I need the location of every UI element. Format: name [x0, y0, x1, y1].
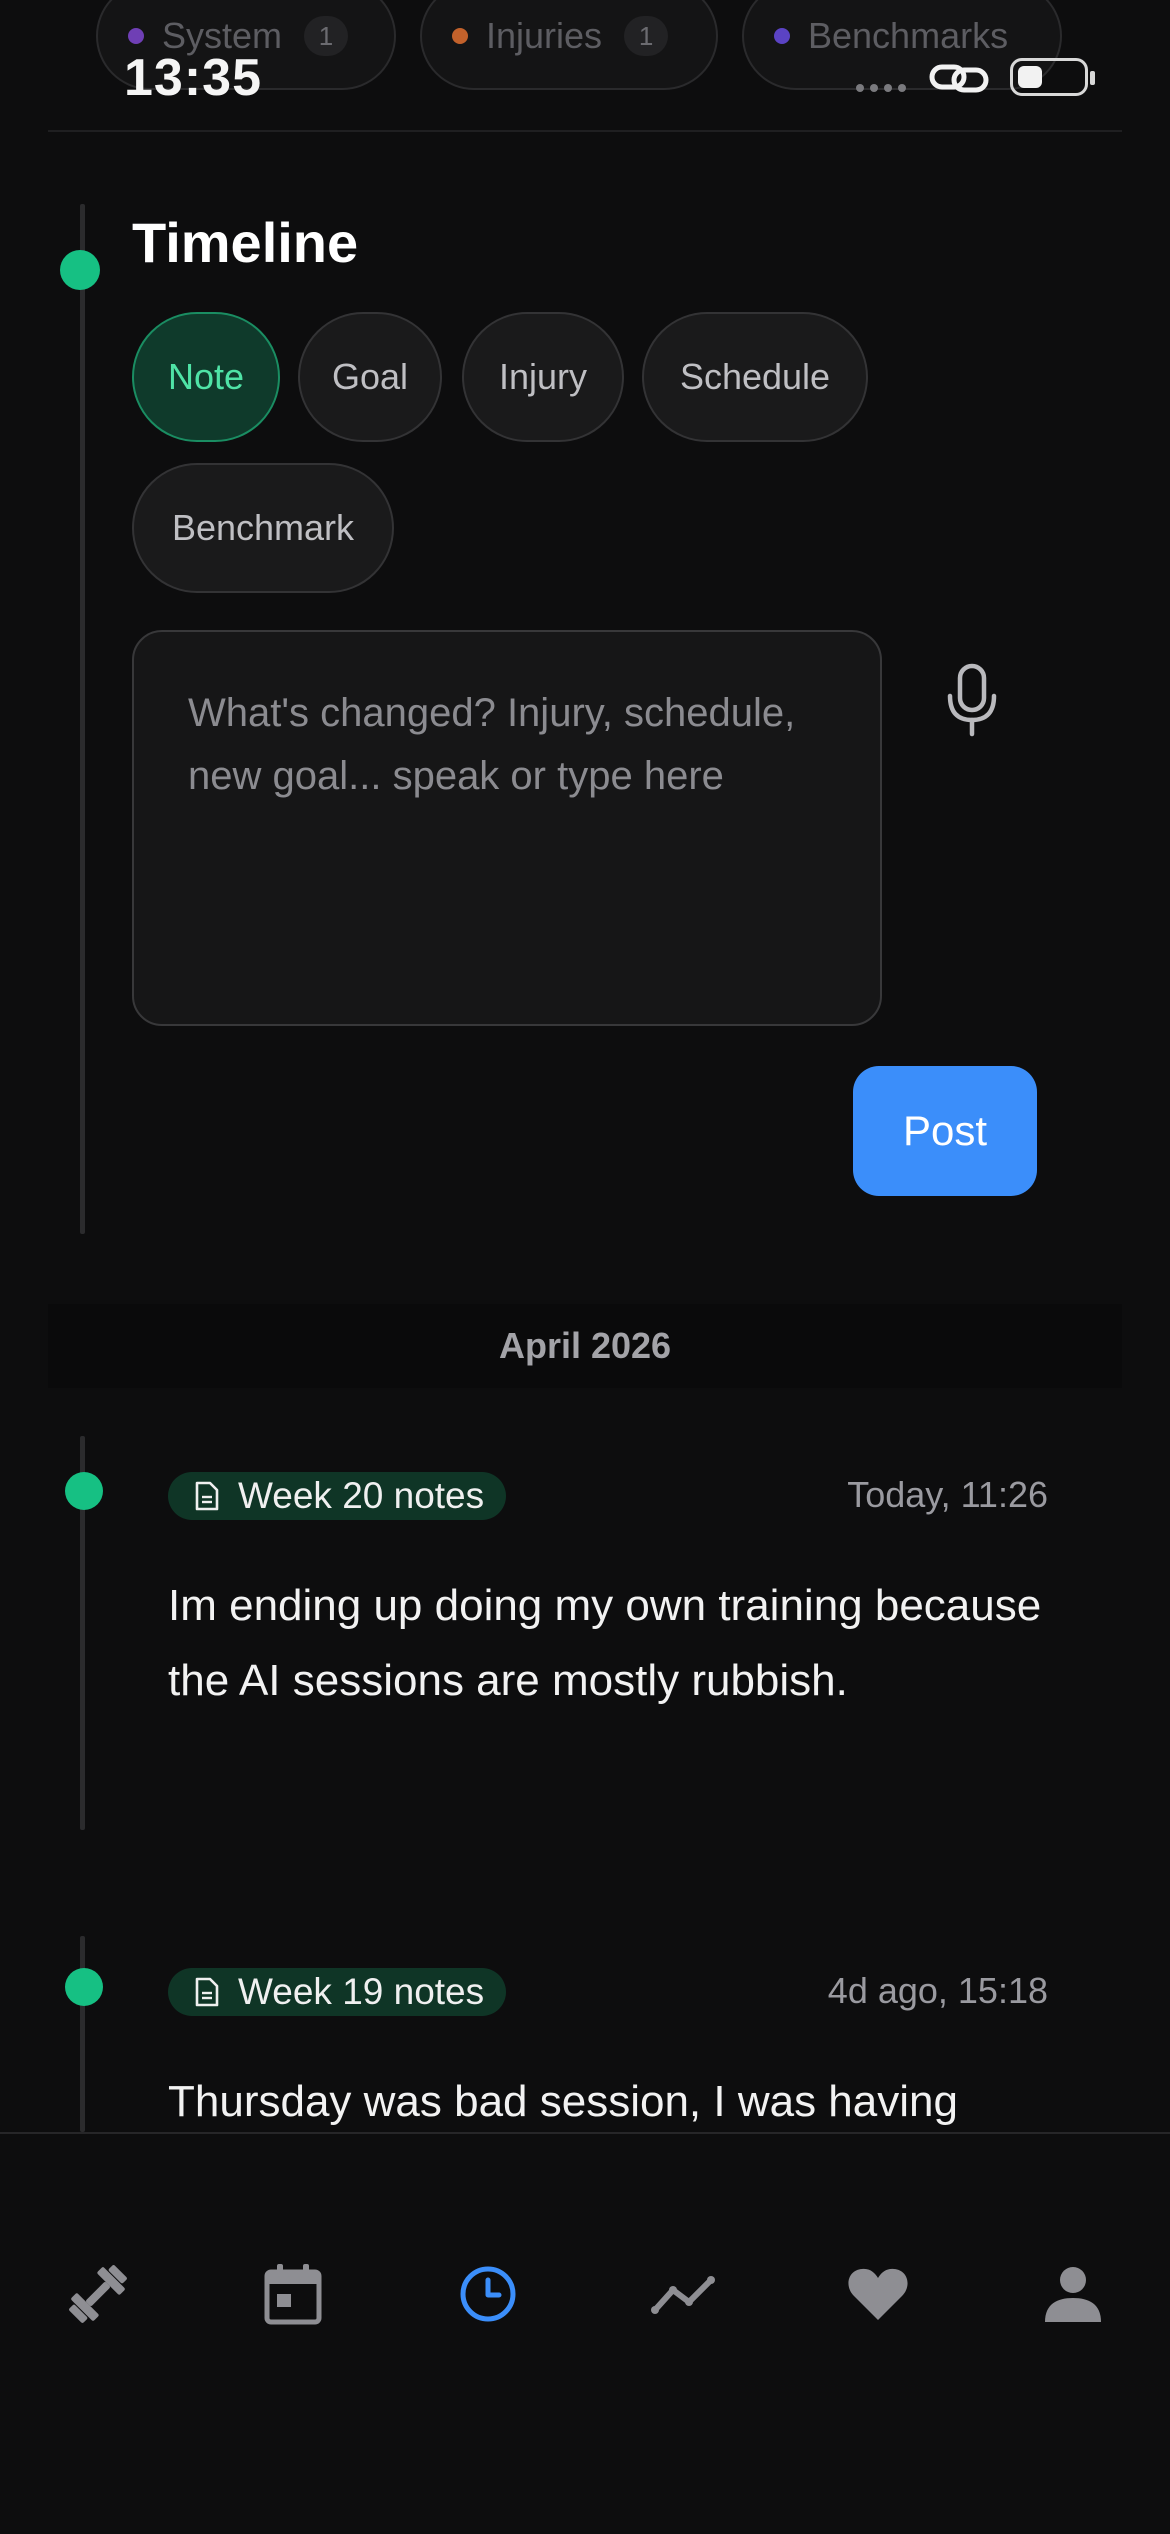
calendar-icon — [264, 2264, 322, 2325]
timeline-title: Timeline — [132, 211, 359, 274]
timeline-dot — [60, 250, 100, 290]
entry-timestamp: Today, 11:26 — [847, 1474, 1048, 1515]
microphone-icon[interactable] — [940, 660, 1004, 740]
top-bar: System 1 Injuries 1 Benchmarks 13:35 — [0, 0, 1170, 132]
filter-dot — [128, 28, 144, 44]
type-chip-goal[interactable]: Goal — [298, 312, 442, 442]
link-icon — [929, 64, 989, 93]
nav-calendar[interactable] — [251, 2252, 335, 2336]
timeline-line — [80, 1936, 85, 2132]
filter-dot — [774, 28, 790, 44]
entry-text: Im ending up doing my own training becau… — [168, 1581, 1042, 1705]
type-chip-injury[interactable]: Injury — [462, 312, 624, 442]
timeline-line — [80, 204, 85, 1234]
battery-icon — [1010, 58, 1095, 96]
top-divider — [48, 130, 1122, 132]
timeline-dot — [65, 1472, 103, 1510]
entry-badge-label: Week 19 notes — [238, 1971, 485, 2012]
timeline-dot — [65, 1968, 103, 2006]
nav-timeline[interactable] — [446, 2252, 530, 2336]
entry-badge: Week 20 notes — [168, 1472, 507, 1520]
entry-text: Thursday was bad session, I was having — [168, 2077, 958, 2126]
signal-icon — [856, 84, 906, 92]
month-header: April 2026 — [48, 1304, 1122, 1388]
post-button[interactable]: Post — [853, 1066, 1037, 1196]
bottom-navigation — [0, 2132, 1170, 2534]
document-icon — [195, 1977, 219, 2007]
status-time: 13:35 — [124, 49, 262, 107]
nav-workouts[interactable] — [56, 2252, 140, 2336]
person-icon — [1045, 2267, 1101, 2322]
filter-chip-label: Benchmarks — [808, 15, 1009, 56]
type-chip-schedule[interactable]: Schedule — [642, 312, 868, 442]
note-composer — [132, 630, 882, 1026]
clock-icon — [460, 2266, 516, 2322]
trend-icon — [651, 2276, 715, 2314]
filter-chip-count: 1 — [304, 16, 349, 56]
nav-progress[interactable] — [641, 2252, 725, 2336]
filter-chip-injuries[interactable]: Injuries 1 — [420, 0, 718, 90]
note-input[interactable] — [188, 682, 826, 974]
type-chip-benchmark[interactable]: Benchmark — [132, 463, 394, 593]
entry-badge-label: Week 20 notes — [238, 1475, 485, 1516]
type-chip-note[interactable]: Note — [132, 312, 280, 442]
filter-chip-count: 1 — [624, 16, 669, 56]
nav-health[interactable] — [836, 2252, 920, 2336]
filter-dot — [452, 28, 468, 44]
entry-timestamp: 4d ago, 15:18 — [827, 1970, 1048, 2011]
document-icon — [195, 1481, 219, 1511]
dumbbell-icon — [69, 2265, 127, 2323]
entry-badge: Week 19 notes — [168, 1968, 507, 2016]
nav-profile[interactable] — [1031, 2252, 1115, 2336]
heart-icon — [848, 2268, 908, 2320]
filter-chip-label: Injuries — [486, 15, 603, 56]
